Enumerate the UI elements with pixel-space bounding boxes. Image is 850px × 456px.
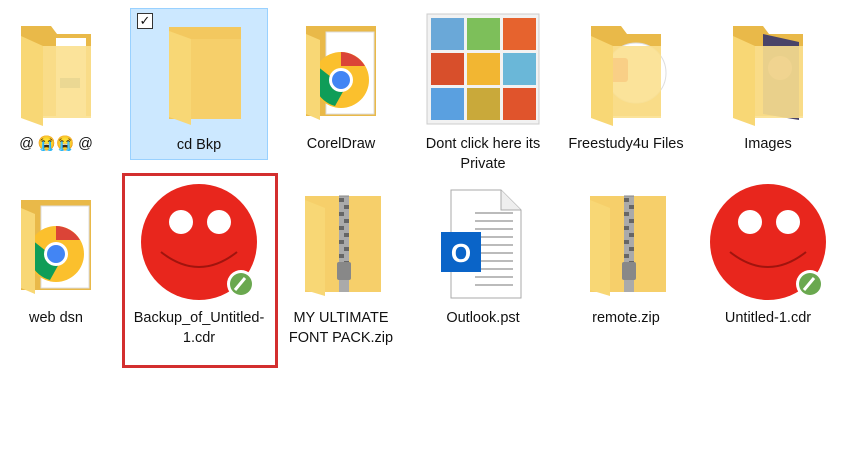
file-item[interactable]: Images	[699, 8, 837, 154]
folder-empty-icon	[139, 9, 259, 129]
file-label: Freestudy4u Files	[568, 136, 684, 152]
zip-icon	[281, 182, 401, 302]
image-grid-icon	[423, 8, 543, 128]
highlight-box	[122, 173, 278, 368]
file-item[interactable]: cd Bkp ✓	[130, 8, 268, 160]
file-item[interactable]: @ 😭😭 @	[0, 8, 125, 154]
cdr-icon	[708, 182, 828, 302]
file-label: @ 😭😭 @	[19, 136, 93, 152]
svg-text:O: O	[451, 238, 471, 268]
file-label: CorelDraw	[306, 136, 376, 152]
file-label: Images	[744, 136, 792, 152]
folder-doc-icon	[566, 8, 686, 128]
folder-docs-icon	[0, 8, 116, 128]
folder-image-icon	[708, 8, 828, 128]
file-item[interactable]: Dont click here its Private	[414, 8, 552, 174]
folder-chrome-icon	[0, 182, 116, 302]
file-label: cd Bkp	[176, 137, 222, 153]
file-label: web dsn	[28, 310, 83, 326]
file-item[interactable]: CorelDraw	[272, 8, 410, 154]
file-label: MY ULTIMATE FONT PACK.zip	[288, 310, 394, 346]
file-item[interactable]: web dsn	[0, 182, 125, 328]
file-label: Untitled-1.cdr	[724, 310, 812, 326]
file-label: remote.zip	[592, 310, 660, 326]
pst-icon: O	[423, 182, 543, 302]
folder-chrome-icon	[281, 8, 401, 128]
zip-icon	[566, 182, 686, 302]
file-item[interactable]: Untitled-1.cdr	[699, 182, 837, 328]
file-item[interactable]: Freestudy4u Files	[557, 8, 695, 154]
file-item[interactable]: remote.zip	[557, 182, 695, 328]
file-item[interactable]: O Outlook.pst	[414, 182, 552, 328]
file-label: Dont click here its Private	[425, 136, 541, 172]
checkbox-checked-icon[interactable]: ✓	[137, 13, 153, 29]
file-item[interactable]: MY ULTIMATE FONT PACK.zip	[272, 182, 410, 348]
file-label: Outlook.pst	[446, 310, 520, 326]
